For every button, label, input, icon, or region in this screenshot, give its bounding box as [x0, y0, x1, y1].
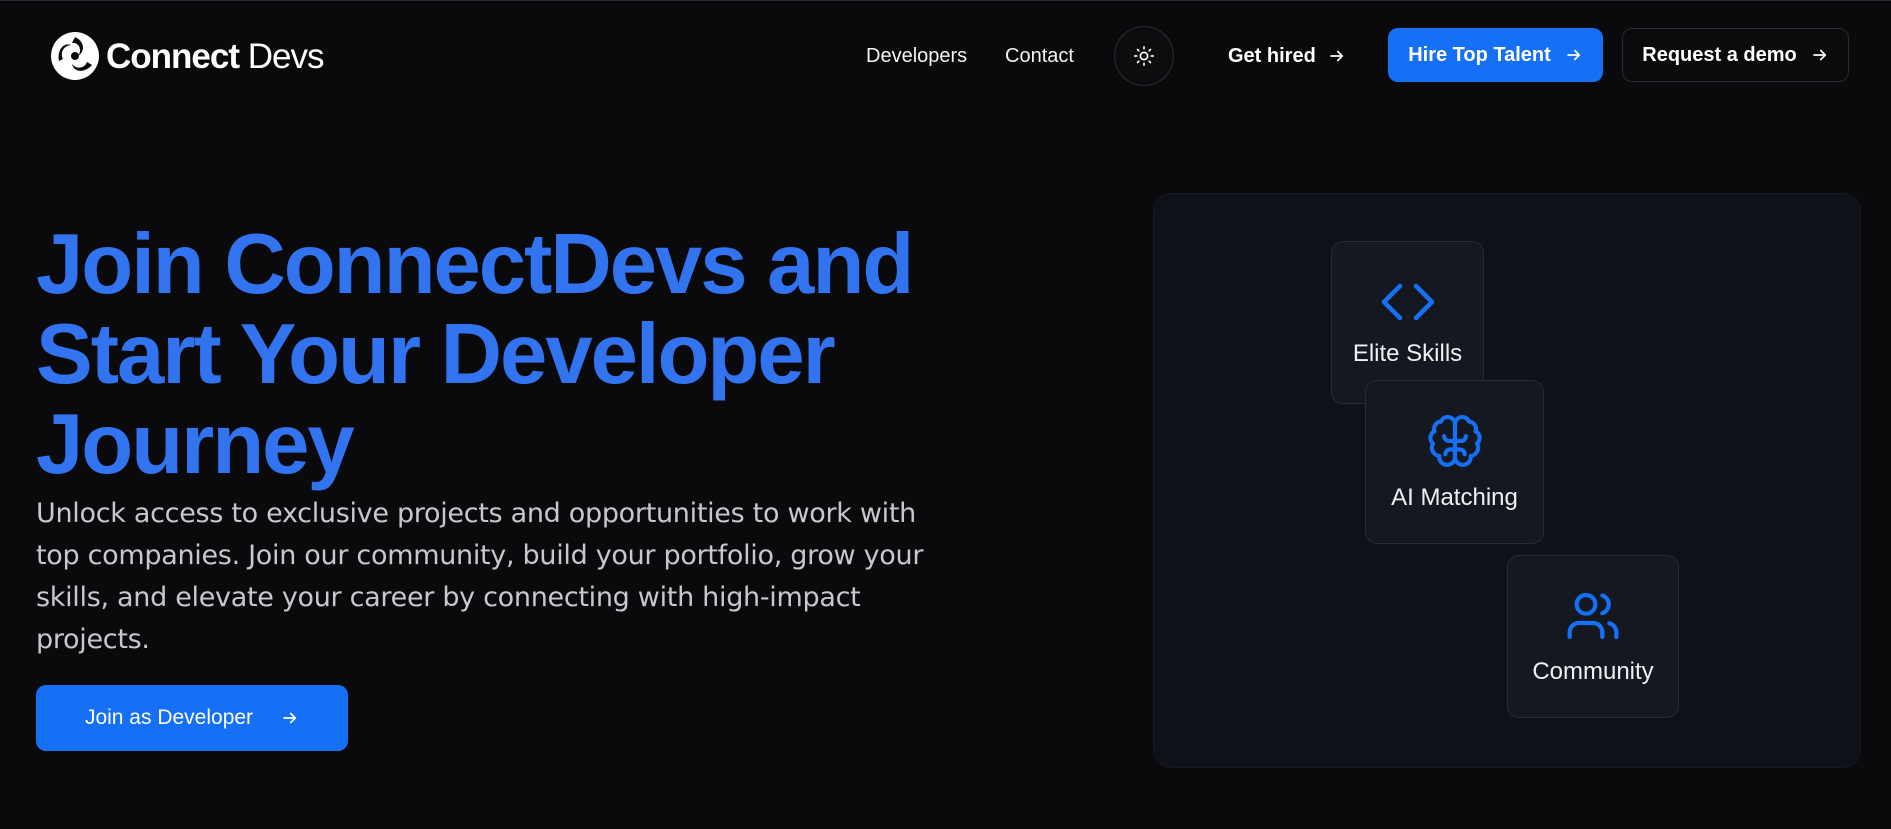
- hero-title-line-1: Join ConnectDevs and: [36, 217, 914, 312]
- arrow-right-icon: [1329, 50, 1343, 62]
- hero-title: Join ConnectDevs and Start Your Develope…: [36, 220, 1036, 490]
- connect-devs-logo-icon: [51, 32, 99, 80]
- request-demo-button[interactable]: Request a demo: [1622, 28, 1849, 82]
- hero-description: Unlock access to exclusive projects and …: [36, 498, 924, 655]
- get-hired-link[interactable]: Get hired: [1228, 42, 1346, 70]
- feature-label-ai-matching: AI Matching: [1391, 484, 1518, 511]
- hire-top-talent-button[interactable]: Hire Top Talent: [1388, 28, 1603, 82]
- brand-name-light: Devs: [239, 36, 325, 76]
- nav-link-contact[interactable]: Contact: [1005, 43, 1074, 69]
- nav-link-developers[interactable]: Developers: [866, 43, 967, 69]
- arrow-right-icon: [1812, 49, 1826, 61]
- code-icon: [1381, 283, 1434, 320]
- join-as-developer-button[interactable]: Join as Developer: [36, 685, 348, 751]
- arrow-right-icon: [283, 712, 297, 724]
- brand-logo[interactable]: Connect Devs: [50, 28, 325, 84]
- hero-title-line-2: Start Your Developer: [36, 307, 836, 402]
- brand-name-strong: Connect: [106, 36, 240, 76]
- join-as-developer-label: Join as Developer: [84, 706, 254, 729]
- users-icon: [1567, 592, 1619, 639]
- brand-name: Connect Devs: [106, 36, 325, 76]
- feature-card-community: Community: [1507, 555, 1679, 718]
- feature-label-elite-skills: Elite Skills: [1352, 339, 1463, 367]
- hire-top-talent-label: Hire Top Talent: [1408, 43, 1551, 66]
- feature-label-community: Community: [1532, 657, 1654, 685]
- brain-icon: [1427, 414, 1482, 467]
- sun-icon: [1134, 46, 1154, 66]
- arrow-right-icon: [1566, 49, 1580, 61]
- features-panel: Elite Skills AI Matching Community: [1153, 193, 1861, 768]
- top-navigation: Connect Devs Developers Contact Get hire…: [0, 0, 1891, 112]
- get-hired-label: Get hired: [1228, 44, 1316, 67]
- request-demo-label: Request a demo: [1642, 43, 1797, 66]
- feature-card-ai-matching: AI Matching: [1365, 380, 1544, 544]
- hero-title-line-3: Journey: [36, 397, 355, 492]
- theme-toggle-button[interactable]: [1114, 26, 1174, 86]
